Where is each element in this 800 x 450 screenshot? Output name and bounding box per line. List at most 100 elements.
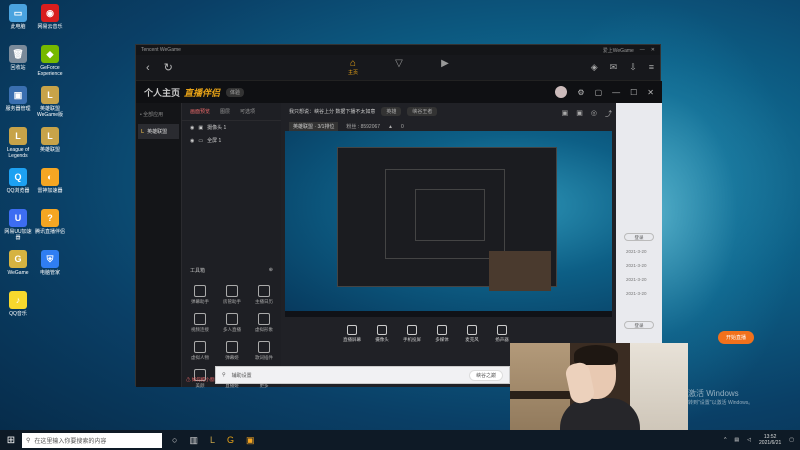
- app-icon: ⛨: [41, 250, 59, 268]
- camera-icon: ▣: [198, 124, 204, 131]
- desktop-icon[interactable]: ◆ GeForce Experience: [34, 45, 66, 77]
- eye-icon[interactable]: ◉: [190, 125, 194, 131]
- game-stat[interactable]: 英雄联盟 · 3/1排位: [289, 122, 339, 131]
- desktop-icon[interactable]: L 英雄联盟 WeGame版: [34, 86, 66, 118]
- menu-icon[interactable]: ≡: [649, 62, 654, 73]
- assist-settings-label[interactable]: 辅助设置: [232, 372, 252, 379]
- mail-icon[interactable]: ✉: [610, 62, 618, 73]
- task-view-icon[interactable]: ▥: [189, 435, 198, 446]
- add-source-button[interactable]: 多媒体: [431, 325, 453, 347]
- source-item[interactable]: ◉ ▣ 摄像头 1: [182, 121, 281, 134]
- desktop-icon[interactable]: U 网易UU加速器: [2, 209, 34, 241]
- desktop-icon[interactable]: G WeGame: [2, 250, 34, 276]
- download-icon[interactable]: ⇩: [629, 62, 637, 73]
- minimize-icon[interactable]: —: [640, 47, 645, 53]
- share-icon[interactable]: ⤴: [605, 109, 612, 119]
- tab-preview[interactable]: 画面预览: [190, 108, 210, 115]
- room-tag[interactable]: 峡谷王者: [407, 107, 438, 116]
- desktop-icon[interactable]: Q QQ浏览器: [2, 168, 34, 194]
- source-icon: [497, 325, 507, 335]
- toolbox-item[interactable]: 主播日历: [248, 285, 280, 305]
- search-input[interactable]: ⚲ 在这里输入你要搜索的内容: [22, 432, 162, 448]
- league-icon[interactable]: L: [210, 435, 215, 446]
- toolbox-item[interactable]: 虚拟形象: [248, 313, 280, 333]
- fire-icon: ▲: [388, 123, 393, 130]
- refresh-button[interactable]: ↻: [164, 61, 173, 74]
- toolbox-item[interactable]: 弹幕姬: [216, 341, 248, 361]
- tab-home[interactable]: ⌂ 主页: [341, 58, 365, 76]
- tool-icon: [226, 341, 238, 353]
- lock-icon[interactable]: ▣: [576, 109, 583, 119]
- lock-icon[interactable]: ▣: [562, 109, 569, 119]
- back-button[interactable]: ‹: [146, 62, 150, 74]
- start-button[interactable]: ⊞: [0, 435, 22, 446]
- maximize-icon[interactable]: ☐: [630, 88, 637, 97]
- add-source-button[interactable]: 直播屏幕: [341, 325, 363, 347]
- tab-options[interactable]: 可选项: [240, 108, 255, 115]
- toolbox-item[interactable]: 多人直播: [216, 313, 248, 333]
- close-icon[interactable]: ✕: [647, 88, 654, 97]
- lock-icon[interactable]: ▢: [595, 88, 603, 97]
- cortana-icon[interactable]: ○: [172, 435, 177, 446]
- scene-item[interactable]: L 英雄联盟: [138, 124, 179, 139]
- desktop-icon[interactable]: ⛨ 电脑管家: [34, 250, 66, 276]
- toolbox-item[interactable]: 房管助手: [216, 285, 248, 305]
- clock[interactable]: 13:52 2021/6/21: [759, 434, 781, 446]
- tab-store[interactable]: ▽: [387, 58, 411, 76]
- desktop-icon[interactable]: ♪ QQ音乐: [2, 291, 34, 317]
- tab-layers[interactable]: 图层: [220, 108, 230, 115]
- tool-label: 视频连接: [191, 327, 209, 332]
- stream-preview[interactable]: [285, 131, 612, 317]
- tray-arrow-icon[interactable]: ^: [724, 437, 726, 443]
- settings-icon[interactable]: ⚙: [577, 88, 584, 97]
- desktop-icon[interactable]: ◉ 网易云音乐: [34, 4, 66, 30]
- app-icon: U: [9, 209, 27, 227]
- assist-pill[interactable]: 峡谷之巅: [468, 369, 503, 381]
- room-category[interactable]: 英雄: [381, 107, 402, 116]
- app-icon: 🗑: [9, 45, 27, 63]
- desktop-icon[interactable]: 🗑 回收站: [2, 45, 34, 71]
- desktop-icon[interactable]: ▭ 此电脑: [2, 4, 34, 30]
- network-icon[interactable]: ▤: [734, 437, 739, 443]
- toolbox-item[interactable]: 歌词插件: [248, 341, 280, 361]
- desktop-icon[interactable]: ▣ 服务器管理: [2, 86, 34, 112]
- tab-home-label: 主页: [347, 70, 358, 76]
- date-label: 2021-3-20: [626, 291, 647, 296]
- source-item[interactable]: ◉ ▭ 全屏 1: [182, 134, 281, 147]
- add-icon[interactable]: ⊕: [269, 267, 273, 274]
- desktop-icon-label: WeGame: [7, 270, 29, 276]
- desktop-icon[interactable]: L League of Legends: [2, 127, 34, 159]
- wegame-title: Tencent WeGame: [141, 47, 181, 53]
- add-source-button[interactable]: 摄像头: [371, 325, 393, 347]
- avatar[interactable]: [555, 86, 568, 98]
- wegame-titlebar: Tencent WeGame 爱上WeGame — ✕: [136, 45, 660, 55]
- wegame-icon[interactable]: G: [227, 435, 234, 446]
- desktop-icon-label: GeForce Experience: [37, 65, 63, 77]
- toolbox-item[interactable]: 弹幕助手: [184, 285, 216, 305]
- login-button[interactable]: 登录: [624, 321, 654, 329]
- wegame-user[interactable]: 爱上WeGame: [603, 47, 634, 54]
- eye-icon[interactable]: ◉: [190, 138, 194, 144]
- gift-icon[interactable]: ◈: [591, 62, 598, 73]
- tab-video[interactable]: ▶: [433, 58, 457, 76]
- tool-label: 虚拟人物: [191, 355, 209, 360]
- record-icon[interactable]: ◎: [591, 109, 597, 119]
- start-live-button[interactable]: 开始直播: [717, 331, 754, 344]
- toolbox-item[interactable]: 虚拟人物: [184, 341, 216, 361]
- tool-label: 主播日历: [255, 299, 273, 304]
- desktop-icon[interactable]: L 英雄联盟: [34, 127, 66, 153]
- volume-icon[interactable]: ◁: [747, 437, 751, 443]
- desktop-icon[interactable]: ? 腾讯直播伴侣: [34, 209, 66, 235]
- minimize-icon[interactable]: —: [612, 88, 620, 97]
- assistant-header: 个人主页 直播伴侣 体验 ⚙ ▢ — ☐ ✕: [136, 81, 662, 103]
- notification-icon[interactable]: ▢: [789, 437, 794, 443]
- live-assistant-icon[interactable]: ▣: [246, 435, 255, 446]
- desktop-icon[interactable]: ◐ 雷神加速器: [34, 168, 66, 194]
- toolbox-item[interactable]: 视频连接: [184, 313, 216, 333]
- taskbar-apps: ○ ▥ L G ▣: [172, 435, 255, 446]
- add-source-button[interactable]: 手机投屏: [401, 325, 423, 347]
- login-button[interactable]: 登录: [624, 233, 654, 241]
- close-icon[interactable]: ✕: [651, 47, 655, 53]
- add-source-button[interactable]: 麦克风: [461, 325, 483, 347]
- app-icon: L: [9, 127, 27, 145]
